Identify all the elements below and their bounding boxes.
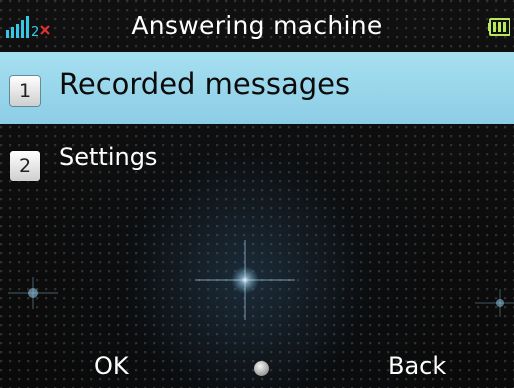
navigation-dot-icon[interactable] bbox=[254, 361, 269, 376]
menu-item-label: Recorded messages bbox=[59, 67, 351, 101]
menu-item-label: Settings bbox=[59, 143, 158, 171]
menu-item-number: 1 bbox=[10, 76, 40, 106]
red-x-icon bbox=[40, 25, 50, 35]
line-number: 2 bbox=[31, 25, 39, 38]
menu-item-number: 2 bbox=[10, 151, 40, 181]
menu-item-recorded-messages[interactable]: 1 Recorded messages bbox=[0, 52, 514, 124]
battery-icon bbox=[488, 18, 510, 36]
signal-strength-icon: 2 bbox=[6, 16, 50, 38]
status-bar: 2 Answering machine bbox=[0, 0, 514, 46]
back-softkey[interactable]: Back bbox=[388, 352, 446, 380]
phone-screen: 2 Answering machine 1 Recorded messages … bbox=[0, 0, 514, 388]
softkey-bar: OK Back bbox=[0, 345, 514, 388]
wallpaper-star-decoration bbox=[8, 277, 58, 309]
screen-title: Answering machine bbox=[131, 11, 383, 40]
wallpaper-star-decoration bbox=[475, 289, 514, 317]
wallpaper-star-decoration bbox=[195, 240, 295, 320]
ok-softkey[interactable]: OK bbox=[94, 352, 129, 380]
menu-item-settings[interactable]: 2 Settings bbox=[0, 134, 514, 188]
